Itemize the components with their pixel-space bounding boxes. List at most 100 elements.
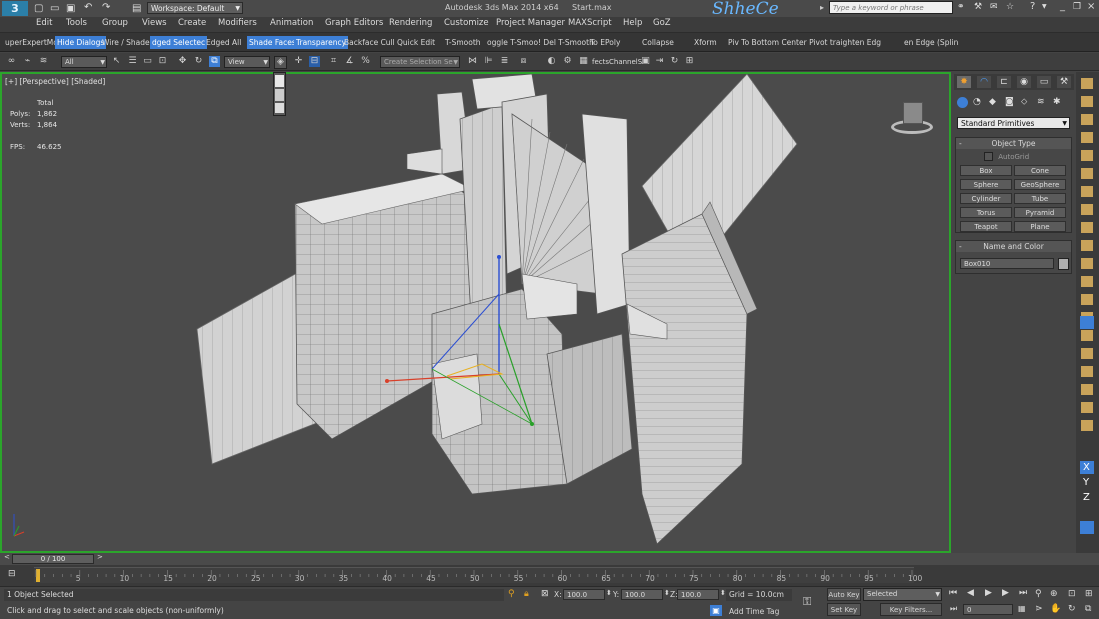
scale-icon[interactable]: ⧉ [209, 56, 220, 67]
menu-goz[interactable]: GoZ [653, 18, 671, 28]
sphere-button[interactable]: Sphere [960, 179, 1012, 190]
undo-icon[interactable]: ↶ [84, 2, 92, 13]
ribbon-button[interactable]: Collapse [640, 36, 676, 49]
motion-tab-icon[interactable]: ◉ [1017, 76, 1031, 88]
search-input[interactable]: Type a keyword or phrase [829, 1, 953, 14]
lock-selection-icon[interactable]: 🔒︎ [524, 589, 529, 599]
isolate-icon[interactable]: ⚲ [508, 589, 515, 599]
zoom-all-icon[interactable]: ⊕ [1050, 589, 1058, 599]
pivot-center-icon[interactable] [275, 75, 284, 87]
add-time-tag[interactable]: Add Time Tag [729, 607, 779, 616]
current-frame-field[interactable]: 0 [963, 604, 1013, 615]
name-color-header[interactable]: - Name and Color [956, 241, 1071, 252]
z-coord-field[interactable]: 100.0 [677, 589, 719, 600]
z-spinner-icon[interactable]: ⬍ [720, 589, 726, 597]
help-chevron-icon[interactable]: ▼ [1042, 3, 1047, 10]
autogrid-row[interactable]: AutoGrid [984, 152, 1029, 161]
hierarchy-tab-icon[interactable]: ⊏ [997, 76, 1011, 88]
menu-edit[interactable]: Edit [36, 18, 52, 28]
keyboard-shortcut-override-icon[interactable]: ⊟ [309, 56, 320, 67]
menu-customize[interactable]: Customize [444, 18, 489, 28]
bind-spacewarp-icon[interactable]: ≋ [38, 56, 49, 67]
restore-icon[interactable]: ❐ [1073, 2, 1081, 12]
viewcube[interactable] [887, 98, 937, 138]
menu-create[interactable]: Create [178, 18, 206, 28]
x-coord-field[interactable]: 100.0 [563, 589, 605, 600]
absolute-mode-icon[interactable]: ⊠ [541, 589, 549, 599]
primitive-category-dropdown[interactable]: Standard Primitives ▼ [957, 117, 1070, 129]
ribbon-button[interactable]: Shade Faces [247, 36, 298, 49]
y-spinner-icon[interactable]: ⬍ [664, 589, 670, 597]
cone-button[interactable]: Cone [1014, 165, 1066, 176]
render-setup-icon[interactable]: ⚙ [562, 56, 573, 67]
redo-icon[interactable]: ↷ [102, 2, 110, 13]
mirror-icon[interactable]: ⋈ [467, 56, 478, 67]
menu-graph-editors[interactable]: Graph Editors [325, 18, 383, 28]
x-axis-constraint[interactable]: X [1083, 462, 1090, 473]
menu-views[interactable]: Views [142, 18, 167, 28]
tube-button[interactable]: Tube [1014, 193, 1066, 204]
viewport-label[interactable]: [+] [Perspective] [Shaded] [5, 77, 105, 86]
new-file-icon[interactable]: ▢ [34, 3, 43, 14]
previous-frame-icon[interactable]: ◀ [967, 588, 974, 598]
move-icon[interactable]: ✥ [177, 56, 188, 67]
lights-icon[interactable]: ◆ [989, 97, 996, 107]
transform-center-icon[interactable] [275, 103, 284, 113]
workspace-dropdown[interactable]: Workspace: Default ▼ [147, 2, 243, 14]
menu-tools[interactable]: Tools [66, 18, 87, 28]
project-folder-icon[interactable]: ▤ [132, 3, 141, 14]
object-type-header[interactable]: - Object Type [956, 138, 1071, 149]
rotate-icon[interactable]: ↻ [193, 56, 204, 67]
display-tab-icon[interactable]: ▭ [1037, 76, 1051, 88]
refresh-icon[interactable]: ↻ [669, 56, 680, 67]
reference-coordinate-dropdown[interactable]: View ▼ [224, 56, 270, 68]
close-icon[interactable]: × [1087, 1, 1095, 12]
rendered-frame-icon[interactable]: ▦ [578, 56, 589, 67]
auto-key-button[interactable]: Auto Key [827, 588, 861, 601]
viewcube-cube-icon[interactable] [903, 102, 923, 124]
pivot-center-icon[interactable]: ◈ [274, 56, 287, 69]
ribbon-button[interactable]: Xform [692, 36, 719, 49]
time-config-icon[interactable]: ▦ [1018, 604, 1026, 613]
help-icon[interactable]: ? [1030, 1, 1035, 12]
go-to-end-icon[interactable]: ⏭ [1019, 588, 1027, 598]
ribbon-button[interactable]: Piv To Bottom Center Pivot traighten Edg [726, 36, 883, 49]
minimize-icon[interactable]: _ [1060, 1, 1065, 12]
menu-project-manager[interactable]: Project Manager [496, 18, 565, 28]
menu-modifiers[interactable]: Modifiers [218, 18, 257, 28]
systems-icon[interactable]: ✱ [1053, 97, 1061, 107]
plane-button[interactable]: Plane [1014, 221, 1066, 232]
teapot-button[interactable]: Teapot [960, 221, 1012, 232]
save-file-icon[interactable]: ▣ [66, 3, 75, 14]
utilities-tab-icon[interactable]: ⚒ [1057, 76, 1071, 88]
select-manipulate-icon[interactable]: ✛ [293, 56, 304, 67]
x-spinner-icon[interactable]: ⬍ [606, 589, 612, 597]
open-file-icon[interactable]: ▭ [50, 3, 59, 14]
material-editor-icon[interactable]: ◐ [546, 56, 557, 67]
curve-editor-icon[interactable]: ⊟ [8, 569, 16, 579]
angle-snap-icon[interactable]: ∡ [344, 56, 355, 67]
menu-animation[interactable]: Animation [270, 18, 313, 28]
align-icon[interactable]: ⊫ [483, 56, 494, 67]
communication-center-icon[interactable]: ✉ [990, 2, 998, 12]
helpers-icon[interactable]: ⬦ [1021, 97, 1027, 107]
cylinder-button[interactable]: Cylinder [960, 193, 1012, 204]
window-crossing-icon[interactable]: ⊡ [157, 56, 168, 67]
subscription-icon[interactable]: ⚒ [974, 2, 982, 12]
geosphere-button[interactable]: GeoSphere [1014, 179, 1066, 190]
menu-group[interactable]: Group [102, 18, 128, 28]
shapes-icon[interactable]: ◔ [973, 97, 981, 107]
autogrid-checkbox[interactable] [984, 152, 993, 161]
geometry-icon[interactable] [957, 97, 968, 108]
pyramid-button[interactable]: Pyramid [1014, 207, 1066, 218]
ribbon-button[interactable]: Quick Edit [395, 36, 437, 49]
zoom-extents-all-icon[interactable]: ⊞ [1085, 589, 1093, 599]
cameras-icon[interactable]: ◙ [1005, 97, 1014, 107]
y-axis-constraint[interactable]: Y [1083, 477, 1089, 488]
selection-filter-dropdown[interactable]: All ▼ [61, 56, 107, 68]
graphite-modeling-icon[interactable]: ⧈ [518, 56, 529, 67]
torus-button[interactable]: Torus [960, 207, 1012, 218]
set-key-button[interactable]: Set Key [827, 603, 861, 616]
binoculars-icon[interactable]: ⚭ [957, 2, 965, 12]
select-object-icon[interactable]: ↖ [111, 56, 122, 67]
